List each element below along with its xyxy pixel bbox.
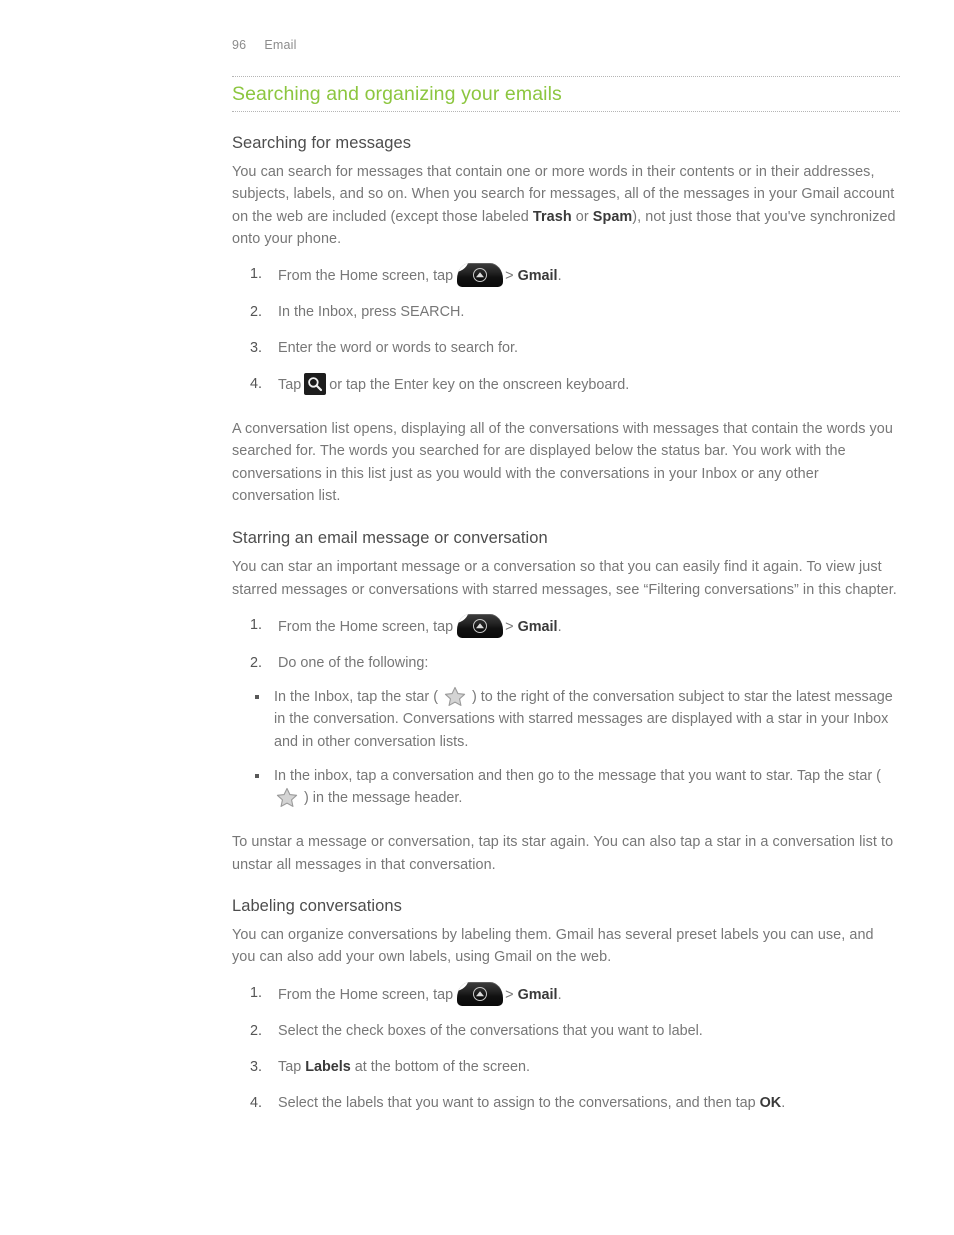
list-item: In the Inbox, tap the star ( ) to the ri… xyxy=(252,686,900,753)
step-item: From the Home screen, tap > Gmail. xyxy=(232,613,900,638)
step-text-end: . xyxy=(557,618,562,635)
starring-intro-paragraph: You can star an important message or a c… xyxy=(232,559,897,598)
bold-gmail: Gmail xyxy=(517,618,558,635)
intro-text-part-2: or xyxy=(571,208,593,225)
labeling-steps-list: From the Home screen, tap > Gmail. Select… xyxy=(232,981,900,1114)
starring-bullet-list: In the Inbox, tap the star ( ) to the ri… xyxy=(252,686,900,809)
bullet-text-before: In the inbox, tap a conversation and the… xyxy=(274,767,881,784)
step-text-before: Tap xyxy=(278,1058,306,1075)
launcher-icon-triangle xyxy=(476,623,485,629)
bullet-text-before: In the Inbox, tap the star ( xyxy=(274,688,442,705)
step-text-before: From the Home screen, tap xyxy=(278,618,454,635)
launcher-icon-triangle xyxy=(476,990,485,996)
step-item: Tap or tap the Enter key on the onscreen … xyxy=(232,373,900,396)
list-item: In the inbox, tap a conversation and the… xyxy=(252,765,900,810)
step-text-before: Tap xyxy=(278,377,302,394)
starring-steps-list: From the Home screen, tap > Gmail. Do one… xyxy=(232,613,900,674)
launcher-icon-triangle xyxy=(476,272,485,278)
bold-ok: OK xyxy=(759,1094,782,1111)
manual-page: 96 Email Searching and organizing your em… xyxy=(0,0,954,1235)
step-item: Tap Labels at the bottom of the screen. xyxy=(232,1056,900,1078)
step-item: Do one of the following: xyxy=(250,652,429,674)
star-icon[interactable] xyxy=(444,686,466,707)
search-icon[interactable] xyxy=(304,373,327,396)
page-content: 96 Email Searching and organizing your em… xyxy=(232,38,900,1114)
searching-intro-paragraph: You can search for messages that contain… xyxy=(232,161,900,250)
step-text-before: From the Home screen, tap xyxy=(278,986,454,1003)
page-number: 96 xyxy=(232,38,247,52)
starring-bullets-wrapper: In the Inbox, tap the star ( ) to the ri… xyxy=(252,686,900,809)
step-item: In the Inbox, press SEARCH. xyxy=(250,301,465,323)
step-text-after: > xyxy=(505,268,518,285)
bold-labels: Labels xyxy=(305,1058,351,1075)
subsection-title-starring: Starring an email message or conversatio… xyxy=(232,529,548,548)
step-text-after: or tap the Enter key on the onscreen key… xyxy=(329,377,630,394)
starring-outro-paragraph: To unstar a message or conversation, tap… xyxy=(232,834,894,873)
step-item: Enter the word or words to search for. xyxy=(250,337,518,359)
rule-bottom xyxy=(232,111,900,112)
bold-gmail: Gmail xyxy=(517,268,558,285)
labeling-intro-paragraph: You can organize conversations by labeli… xyxy=(232,927,874,966)
bold-spam: Spam xyxy=(592,208,633,225)
step-text-before: Select the labels that you want to assig… xyxy=(278,1094,760,1111)
launcher-icon[interactable] xyxy=(457,613,504,638)
bold-trash: Trash xyxy=(532,208,572,225)
chapter-name: Email xyxy=(264,38,297,52)
launcher-icon[interactable] xyxy=(457,981,504,1006)
step-item: From the Home screen, tap > Gmail. xyxy=(232,981,900,1006)
searching-result-paragraph: A conversation list opens, displaying al… xyxy=(232,421,893,505)
running-header: 96 Email xyxy=(232,38,900,52)
subsection-title-searching: Searching for messages xyxy=(232,134,412,152)
step-text-end: . xyxy=(557,986,562,1003)
step-text-after: . xyxy=(781,1094,786,1111)
step-text-after: at the bottom of the screen. xyxy=(350,1058,530,1075)
section-title: Searching and organizing your emails xyxy=(232,83,562,105)
step-text-after: > xyxy=(505,618,518,635)
step-item: Select the check boxes of the conversati… xyxy=(250,1020,703,1042)
step-item: From the Home screen, tap > Gmail. xyxy=(232,263,900,288)
bullet-text-after: ) in the message header. xyxy=(300,790,463,807)
step-text-after: > xyxy=(505,986,518,1003)
step-text-end: . xyxy=(557,268,562,285)
step-item: Select the labels that you want to assig… xyxy=(232,1092,900,1114)
rule-top xyxy=(232,76,900,77)
launcher-icon[interactable] xyxy=(457,263,504,288)
bold-gmail: Gmail xyxy=(517,986,558,1003)
step-text-before: From the Home screen, tap xyxy=(278,268,454,285)
searching-steps-list: From the Home screen, tap > Gmail. In the… xyxy=(232,263,900,396)
star-icon[interactable] xyxy=(276,787,298,808)
subsection-title-labeling: Labeling conversations xyxy=(232,897,402,916)
